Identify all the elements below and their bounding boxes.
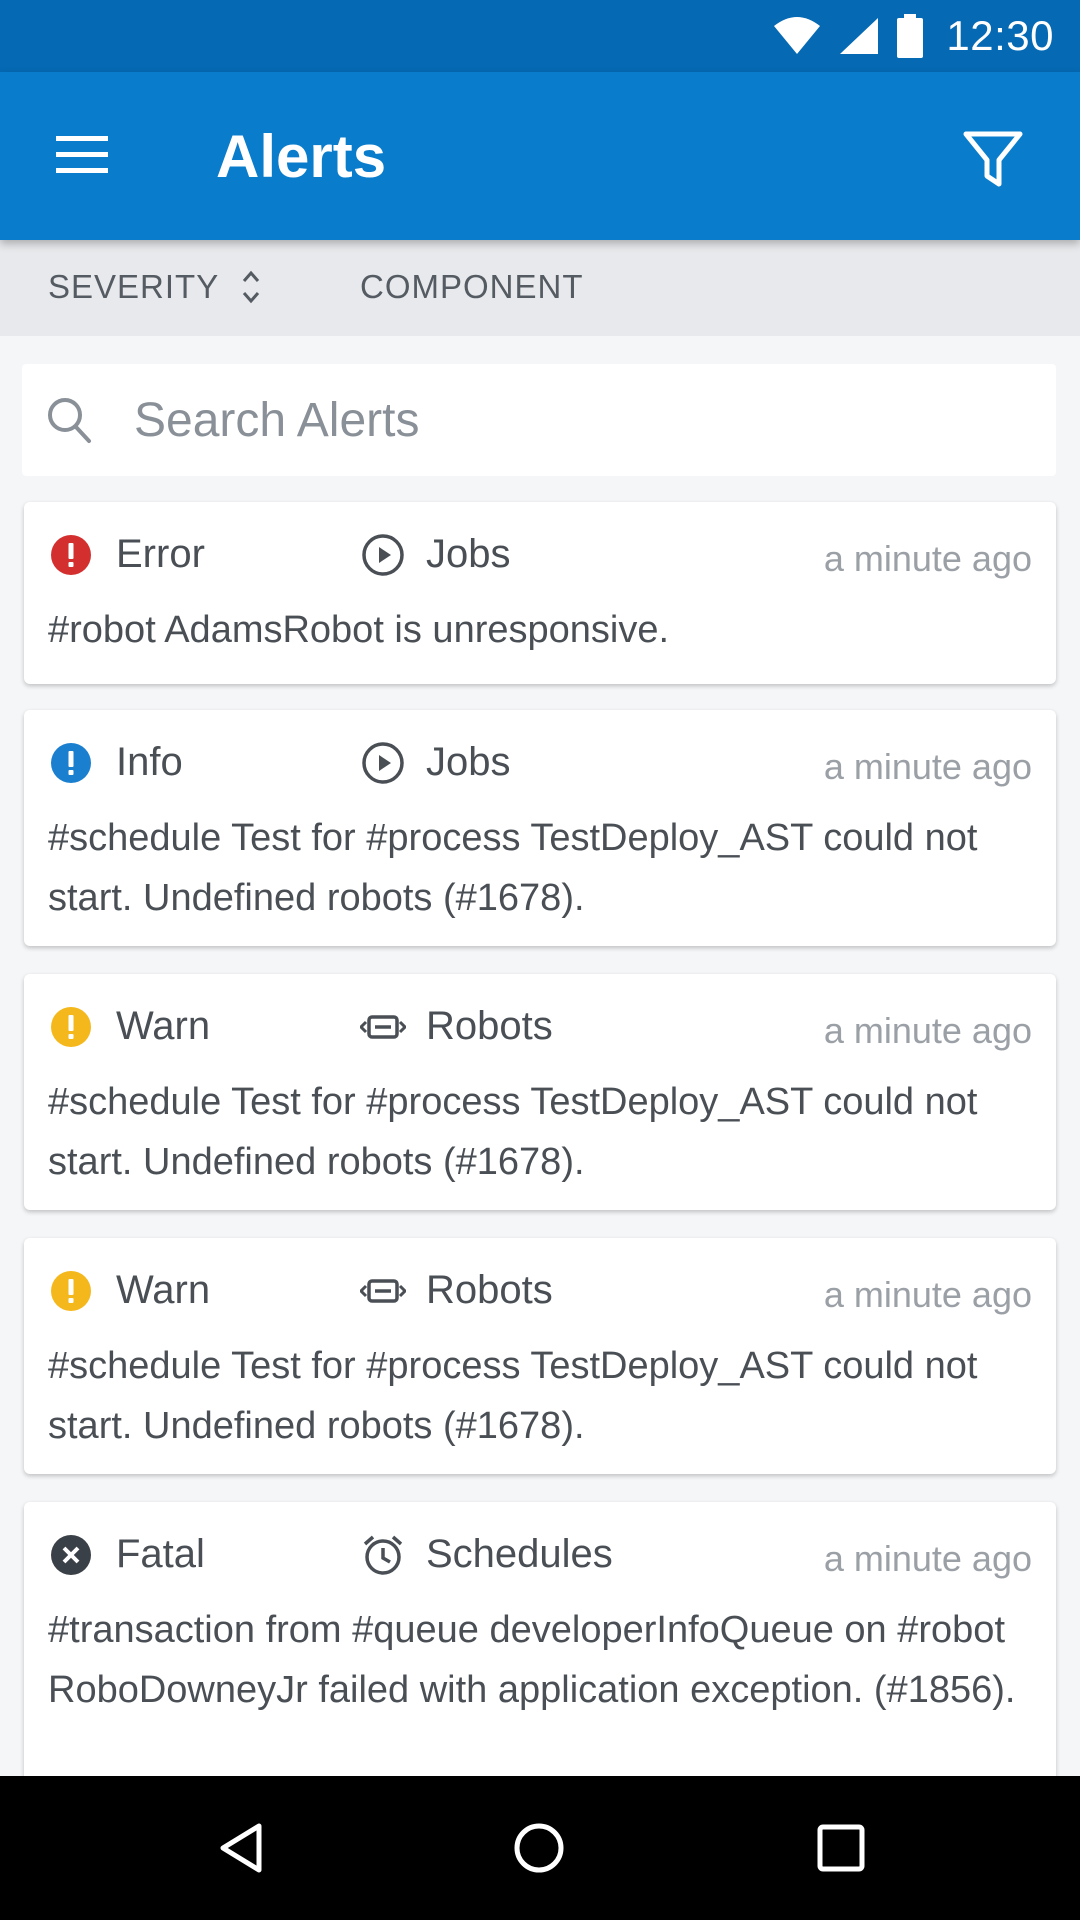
play-circle-icon — [360, 532, 406, 578]
sort-bar: SEVERITY COMPONENT — [0, 240, 1080, 336]
search-box — [22, 364, 1056, 476]
alert-card[interactable]: Warn Robots a minute ago #schedule Test … — [24, 974, 1056, 1210]
alert-message: #schedule Test for #process TestDeploy_A… — [48, 1081, 978, 1183]
alert-card[interactable]: Info Jobs a minute ago #schedule Test fo… — [24, 710, 1056, 946]
alert-card[interactable]: Error Jobs a minute ago #robot AdamsRobo… — [24, 502, 1056, 684]
severity-label: Warn — [116, 1004, 211, 1048]
sort-up-down-icon — [241, 268, 261, 306]
alert-card[interactable]: Fatal Schedules a minute ago #transactio… — [24, 1502, 1056, 1802]
component-label: Jobs — [426, 532, 511, 576]
fatal-icon — [50, 1534, 92, 1576]
info-icon — [50, 742, 92, 784]
component-label: Robots — [426, 1268, 553, 1312]
back-icon[interactable] — [206, 1816, 276, 1880]
sort-component-button[interactable]: COMPONENT — [360, 268, 584, 306]
alert-card[interactable]: Warn Robots a minute ago #schedule Test … — [24, 1238, 1056, 1474]
alert-time: a minute ago — [823, 1010, 1032, 1051]
severity-label: Info — [116, 740, 183, 784]
app-bar: Alerts — [0, 72, 1080, 240]
filter-icon[interactable] — [960, 126, 1026, 192]
error-icon — [50, 534, 92, 576]
alert-time: a minute ago — [823, 746, 1032, 787]
sort-component-label: COMPONENT — [360, 268, 584, 305]
search-input[interactable] — [134, 388, 1014, 452]
alert-message: #schedule Test for #process TestDeploy_A… — [48, 1345, 978, 1447]
alert-time: a minute ago — [823, 538, 1032, 579]
system-nav-bar — [0, 1776, 1080, 1920]
cell-signal-icon — [838, 16, 880, 56]
component-label: Jobs — [426, 740, 511, 784]
wifi-icon — [772, 16, 822, 56]
hamburger-menu-icon[interactable] — [52, 130, 112, 180]
status-bar: 12:30 — [0, 0, 1080, 72]
robot-icon — [360, 1268, 406, 1314]
alert-message: #transaction from #queue developerInfoQu… — [48, 1609, 1016, 1711]
robot-icon — [360, 1004, 406, 1050]
recent-apps-icon[interactable] — [806, 1816, 876, 1880]
warning-icon — [50, 1270, 92, 1312]
alert-message: #robot AdamsRobot is unresponsive. — [48, 609, 670, 651]
alert-message: #schedule Test for #process TestDeploy_A… — [48, 817, 978, 919]
page-title: Alerts — [216, 123, 387, 190]
severity-label: Fatal — [116, 1532, 205, 1576]
component-label: Schedules — [426, 1532, 613, 1576]
warning-icon — [50, 1006, 92, 1048]
alert-time: a minute ago — [823, 1274, 1032, 1315]
alert-time: a minute ago — [823, 1538, 1032, 1579]
severity-label: Error — [116, 532, 205, 576]
home-icon[interactable] — [504, 1816, 574, 1880]
sort-severity-label: SEVERITY — [48, 268, 220, 305]
alarm-clock-icon — [360, 1532, 406, 1578]
component-label: Robots — [426, 1004, 553, 1048]
battery-icon — [896, 14, 924, 58]
status-time: 12:30 — [946, 12, 1054, 59]
search-icon — [46, 396, 92, 449]
play-circle-icon — [360, 740, 406, 786]
sort-severity-button[interactable]: SEVERITY — [48, 268, 261, 306]
severity-label: Warn — [116, 1268, 211, 1312]
